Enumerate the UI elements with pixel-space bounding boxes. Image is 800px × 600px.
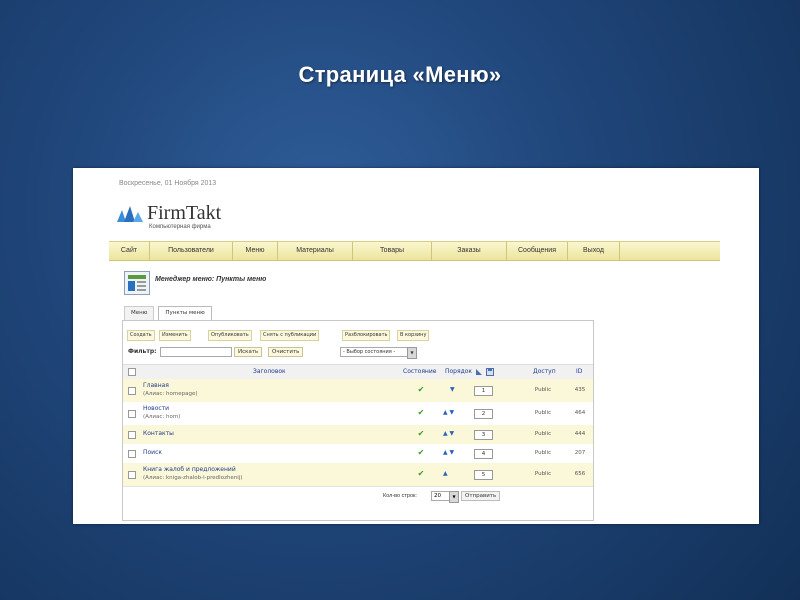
menu-items-panel: Создать Изменить Опубликовать Снять с пу… (122, 320, 594, 521)
published-check-icon[interactable]: ✔ (416, 408, 426, 417)
order-arrows[interactable]: ▲ ▼ (443, 409, 465, 416)
create-button[interactable]: Создать (127, 330, 155, 341)
tab-menu-items[interactable]: Пункты меню (158, 306, 212, 320)
logo-mark-icon (117, 206, 143, 222)
chevron-down-icon: ▼ (407, 347, 417, 359)
nav-item-orders[interactable]: Заказы (432, 242, 507, 260)
access-level[interactable]: Public (528, 471, 558, 477)
item-alias: (Алиас: kniga-zhalob-i-predlozhenij) (143, 475, 243, 481)
row-checkbox[interactable] (128, 450, 136, 458)
access-level[interactable]: Public (528, 410, 558, 416)
rows-per-page-label: Кол-во строк: (383, 493, 417, 499)
page-title: Менеджер меню: Пункты меню (155, 276, 267, 283)
published-check-icon[interactable]: ✔ (416, 469, 426, 478)
nav-item-site[interactable]: Сайт (109, 242, 150, 260)
published-check-icon[interactable]: ✔ (416, 429, 426, 438)
tab-menu[interactable]: Меню (124, 306, 155, 320)
chevron-down-icon: ▼ (449, 491, 459, 503)
rows-per-page-value: 20 (434, 493, 441, 499)
nav-item-menu[interactable]: Меню (233, 242, 278, 260)
table-row: Книга жалоб и предложений (Алиас: kniga-… (123, 463, 593, 487)
nav-item-exit[interactable]: Выход (568, 242, 620, 260)
header-access[interactable]: Доступ (533, 368, 556, 375)
search-button[interactable]: Искать (234, 347, 263, 357)
rows-per-page-select[interactable]: 20 ▼ (431, 491, 459, 503)
unlock-button[interactable]: Разблокировать (342, 330, 391, 341)
order-input[interactable]: 4 (474, 449, 493, 459)
logo-name: FirmTakt (147, 202, 222, 224)
header-order[interactable]: Порядок (445, 368, 472, 375)
unpublish-button[interactable]: Снять с публикации (260, 330, 320, 341)
pagination-row: Кол-во строк: 20 ▼ Отправить (123, 491, 593, 503)
site-logo: FirmTakt Компьютерная фирма (117, 202, 257, 238)
publish-button[interactable]: Опубликовать (208, 330, 252, 341)
logo-tagline: Компьютерная фирма (149, 224, 211, 230)
tabs: Меню Пункты меню (124, 306, 216, 320)
select-all-checkbox[interactable] (128, 368, 136, 376)
state-select[interactable]: - Выбор состояния - ▼ (340, 347, 417, 359)
access-level[interactable]: Public (528, 431, 558, 437)
item-title[interactable]: Новости (143, 405, 169, 412)
item-id: 656 (574, 471, 586, 477)
row-checkbox[interactable] (128, 471, 136, 479)
nav-item-goods[interactable]: Товары (353, 242, 432, 260)
order-arrows[interactable]: ▲ (443, 470, 465, 477)
order-arrows[interactable]: ▲ ▼ (443, 430, 465, 437)
access-level[interactable]: Public (528, 450, 558, 456)
top-navigation: Сайт Пользователи Меню Материалы Товары … (109, 241, 720, 261)
header-title[interactable]: Заголовок (253, 368, 286, 375)
header-id[interactable]: ID (576, 368, 582, 375)
published-check-icon[interactable]: ✔ (416, 385, 426, 394)
order-input[interactable]: 3 (474, 430, 493, 440)
row-checkbox[interactable] (128, 387, 136, 395)
save-order-icon[interactable] (486, 368, 494, 376)
item-id: 435 (574, 387, 586, 393)
table-header: Заголовок Состояние Порядок Доступ ID (123, 364, 593, 380)
order-input[interactable]: 5 (474, 470, 493, 480)
order-input[interactable]: 2 (474, 409, 493, 419)
access-level[interactable]: Public (528, 387, 558, 393)
published-check-icon[interactable]: ✔ (416, 448, 426, 457)
table-row: Поиск ✔ ▲ ▼ 4 Public 207 (123, 444, 593, 464)
slide-title: Страница «Меню» (298, 62, 502, 87)
table-row: Главная (Алиас: homepage) ✔ ▼ 1 Public 4… (123, 379, 593, 403)
clear-button[interactable]: Очистить (268, 347, 304, 357)
send-button[interactable]: Отправить (461, 491, 501, 501)
item-title[interactable]: Главная (143, 382, 169, 389)
order-arrows[interactable]: ▲ ▼ (443, 449, 465, 456)
row-checkbox[interactable] (128, 410, 136, 418)
state-select-value: - Выбор состояния - (343, 349, 396, 355)
item-alias: (Алиас: homepage) (143, 391, 198, 397)
item-title[interactable]: Поиск (143, 449, 162, 456)
item-title[interactable]: Книга жалоб и предложений (143, 466, 236, 473)
order-arrows[interactable]: ▼ (450, 386, 472, 393)
item-id: 207 (574, 450, 586, 456)
trash-button[interactable]: В корзину (397, 330, 430, 341)
sort-icon[interactable] (475, 368, 483, 376)
filter-row: Фильтр: Искать Очистить - Выбор состояни… (127, 347, 587, 359)
filter-input[interactable] (160, 347, 232, 357)
filter-label: Фильтр: (128, 348, 157, 355)
item-alias: (Алиас: hom) (143, 414, 181, 420)
table-row: Контакты ✔ ▲ ▼ 3 Public 444 (123, 425, 593, 445)
table-row: Новости (Алиас: hom) ✔ ▲ ▼ 2 Public 464 (123, 402, 593, 426)
nav-item-messages[interactable]: Сообщения (507, 242, 568, 260)
order-input[interactable]: 1 (474, 386, 493, 396)
header-state[interactable]: Состояние (403, 368, 436, 375)
menu-manager-icon (124, 271, 150, 295)
row-checkbox[interactable] (128, 431, 136, 439)
item-id: 444 (574, 431, 586, 437)
edit-button[interactable]: Изменить (159, 330, 191, 341)
nav-item-materials[interactable]: Материалы (278, 242, 353, 260)
site-date: Воскресенье, 01 Ноября 2013 (119, 180, 217, 187)
nav-item-users[interactable]: Пользователи (150, 242, 233, 260)
admin-screenshot: Воскресенье, 01 Ноября 2013 FirmTakt Ком… (73, 168, 759, 524)
item-id: 464 (574, 410, 586, 416)
item-title[interactable]: Контакты (143, 430, 174, 437)
